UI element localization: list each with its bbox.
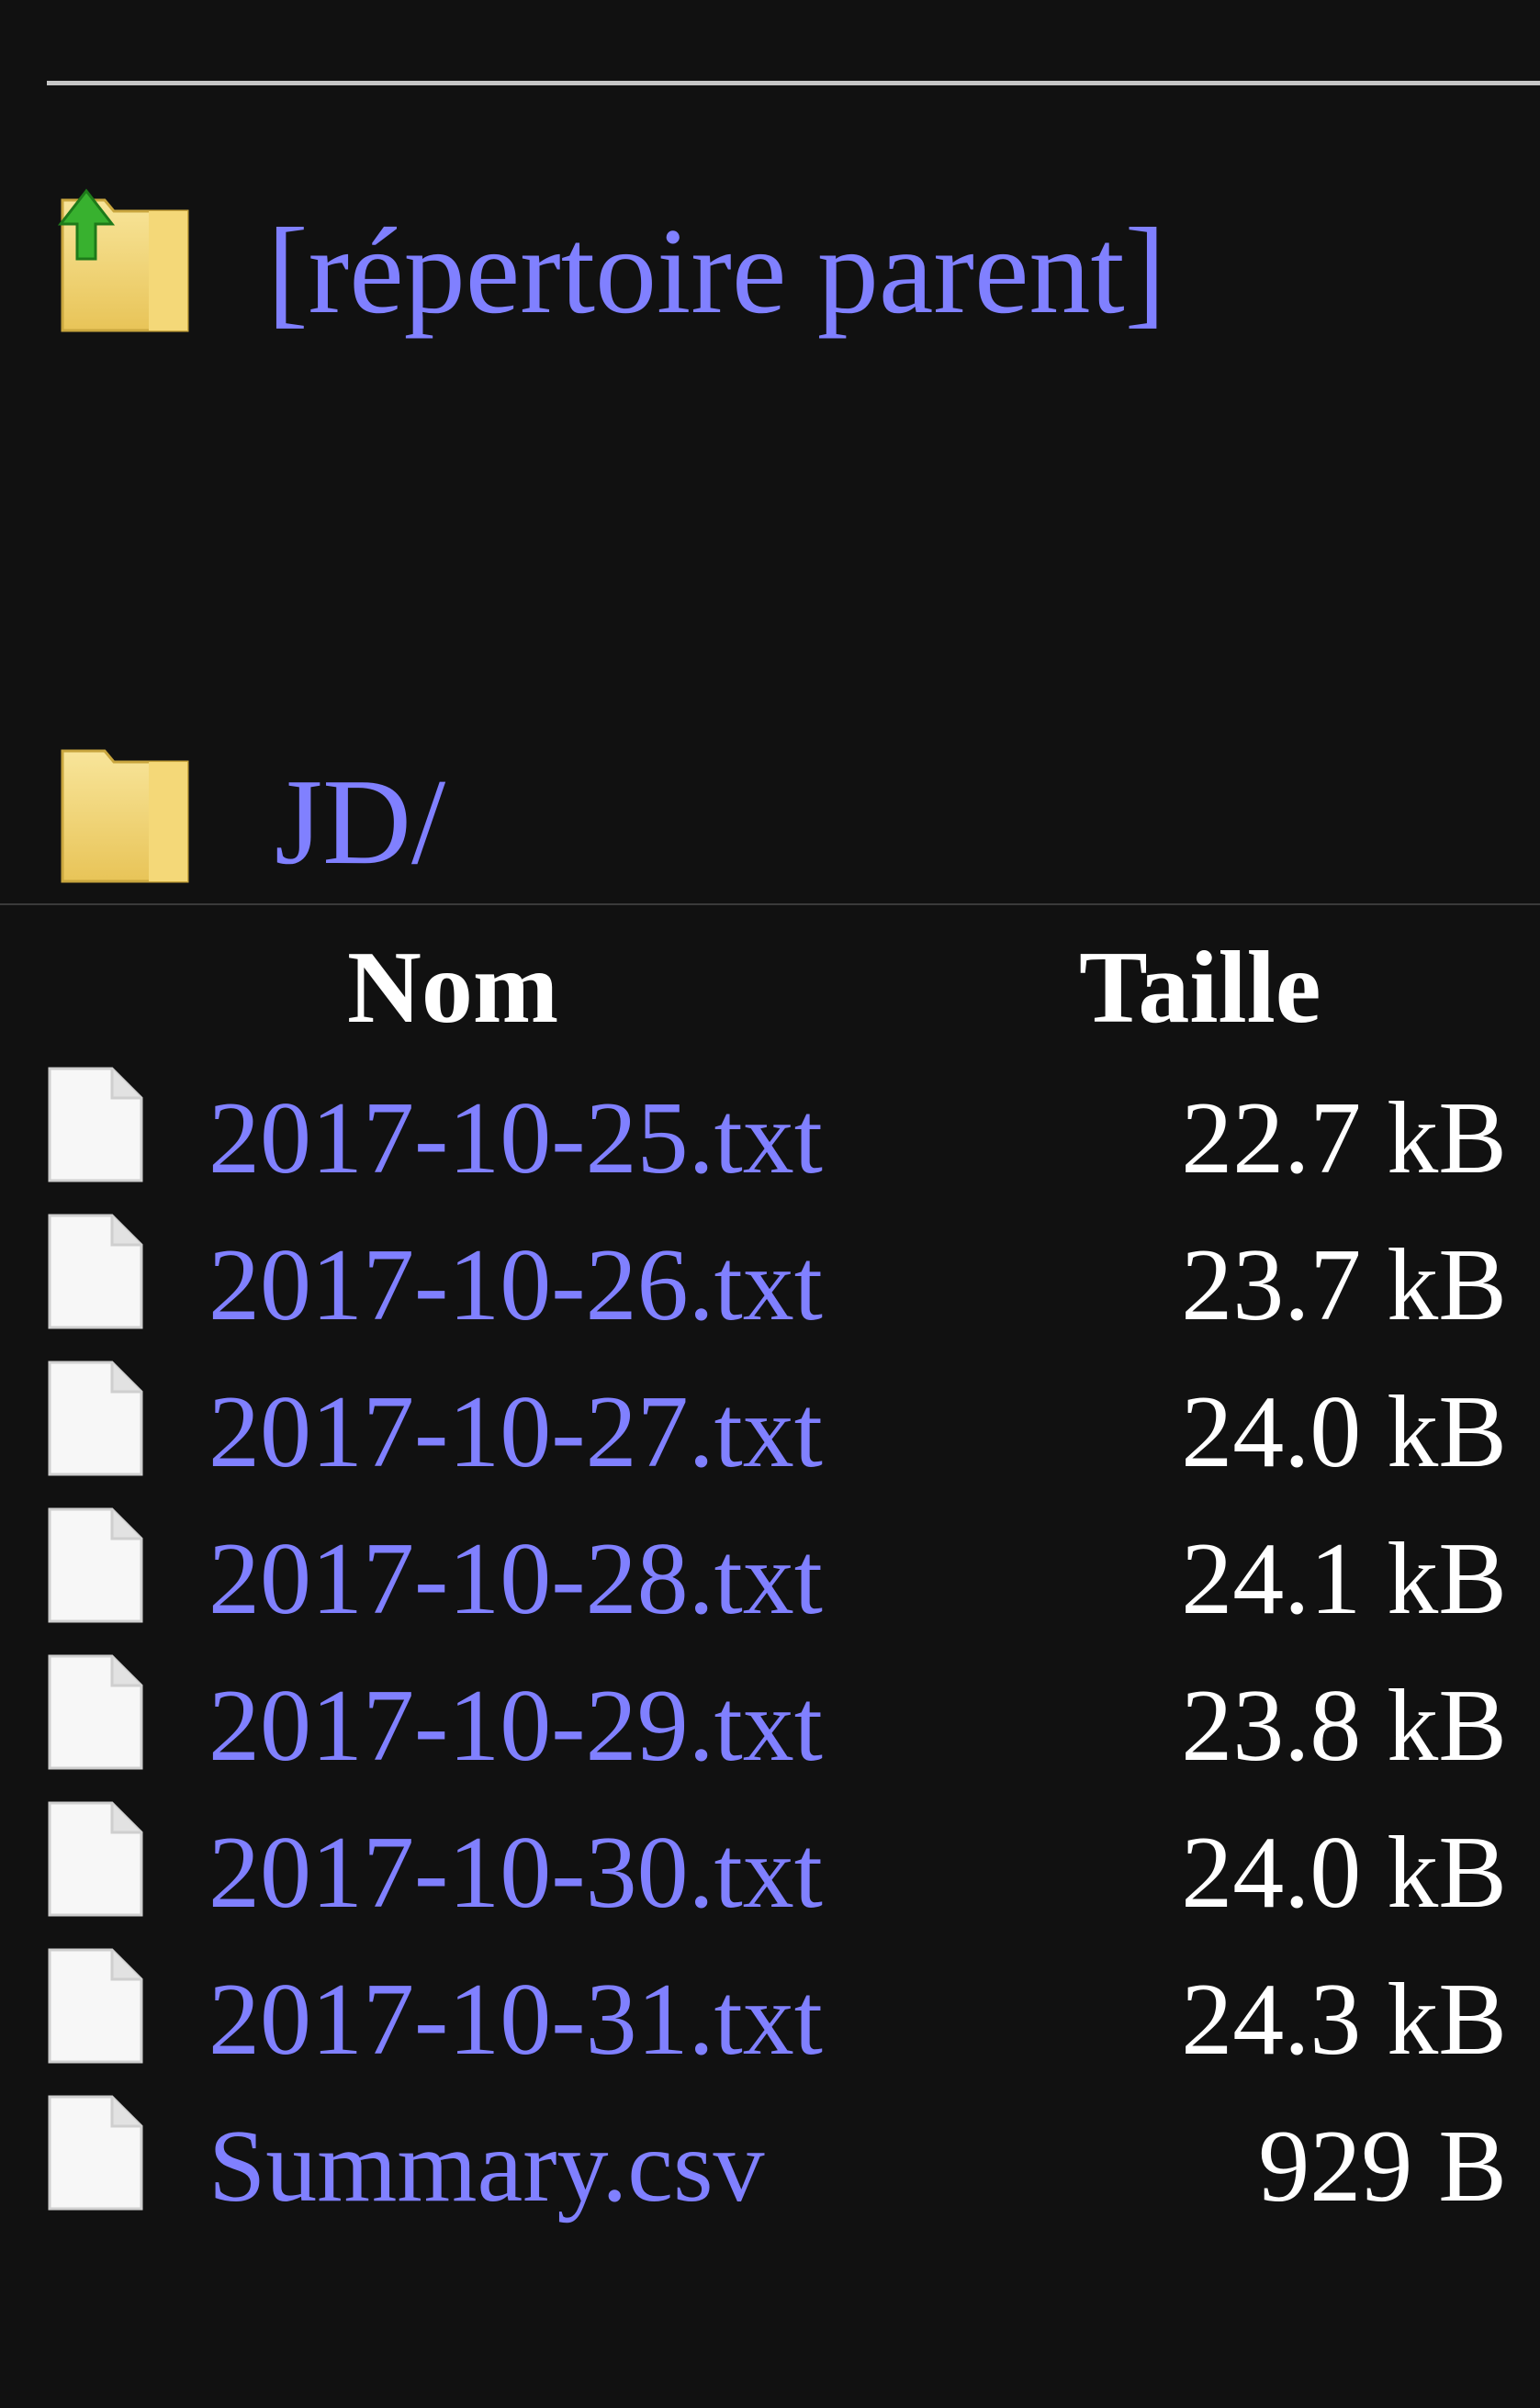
file-link[interactable]: 2017-10-26.txt [208,1234,823,1337]
file-size: 24.0 kB [1181,1816,1507,1930]
file-link[interactable]: 2017-10-25.txt [208,1087,823,1190]
file-link[interactable]: Summary.csv [208,2115,765,2218]
file-icon [46,1359,147,1483]
folder-icon [50,734,197,895]
file-link[interactable]: 2017-10-27.txt [208,1381,823,1484]
table-row: 2017-10-27.txt 24.0 kB [0,1359,1540,1506]
file-icon [46,1212,147,1336]
file-size: 24.0 kB [1181,1375,1507,1489]
table-row: 2017-10-28.txt 24.1 kB [0,1506,1540,1652]
file-size: 929 B [1258,2110,1507,2223]
file-icon [46,1652,147,1776]
file-icon [46,1506,147,1630]
table-row: 2017-10-29.txt 23.8 kB [0,1652,1540,1799]
folder-up-icon [50,184,197,344]
table-row: 2017-10-25.txt 22.7 kB [0,1065,1540,1212]
file-size: 22.7 kB [1181,1081,1507,1195]
file-link[interactable]: 2017-10-28.txt [208,1528,823,1630]
directory-link-jd[interactable]: JD/ [275,760,445,883]
parent-directory-link[interactable]: [répertoire parent] [267,209,1165,332]
table-row: 2017-10-30.txt 24.0 kB [0,1799,1540,1946]
table-row: 2017-10-26.txt 23.7 kB [0,1212,1540,1359]
top-divider [47,81,1540,85]
column-header-name[interactable]: Nom [347,936,558,1039]
file-icon [46,1946,147,2070]
file-size: 23.8 kB [1181,1669,1507,1783]
directory-entry-jd: JD/ [0,716,1540,883]
table-row: Summary.csv 929 B [0,2093,1540,2240]
parent-directory-entry: [répertoire parent] [0,165,1540,332]
file-link[interactable]: 2017-10-31.txt [208,1968,823,2071]
column-header-size[interactable]: Taille [1079,936,1321,1039]
file-link[interactable]: 2017-10-30.txt [208,1821,823,1924]
file-icon [46,1799,147,1923]
file-size: 23.7 kB [1181,1228,1507,1342]
file-icon [46,1065,147,1189]
table-row: 2017-10-31.txt 24.3 kB [0,1946,1540,2093]
file-size: 24.3 kB [1181,1963,1507,2077]
file-icon [46,2093,147,2217]
section-divider [0,903,1540,905]
file-size: 24.1 kB [1181,1522,1507,1636]
file-link[interactable]: 2017-10-29.txt [208,1674,823,1777]
